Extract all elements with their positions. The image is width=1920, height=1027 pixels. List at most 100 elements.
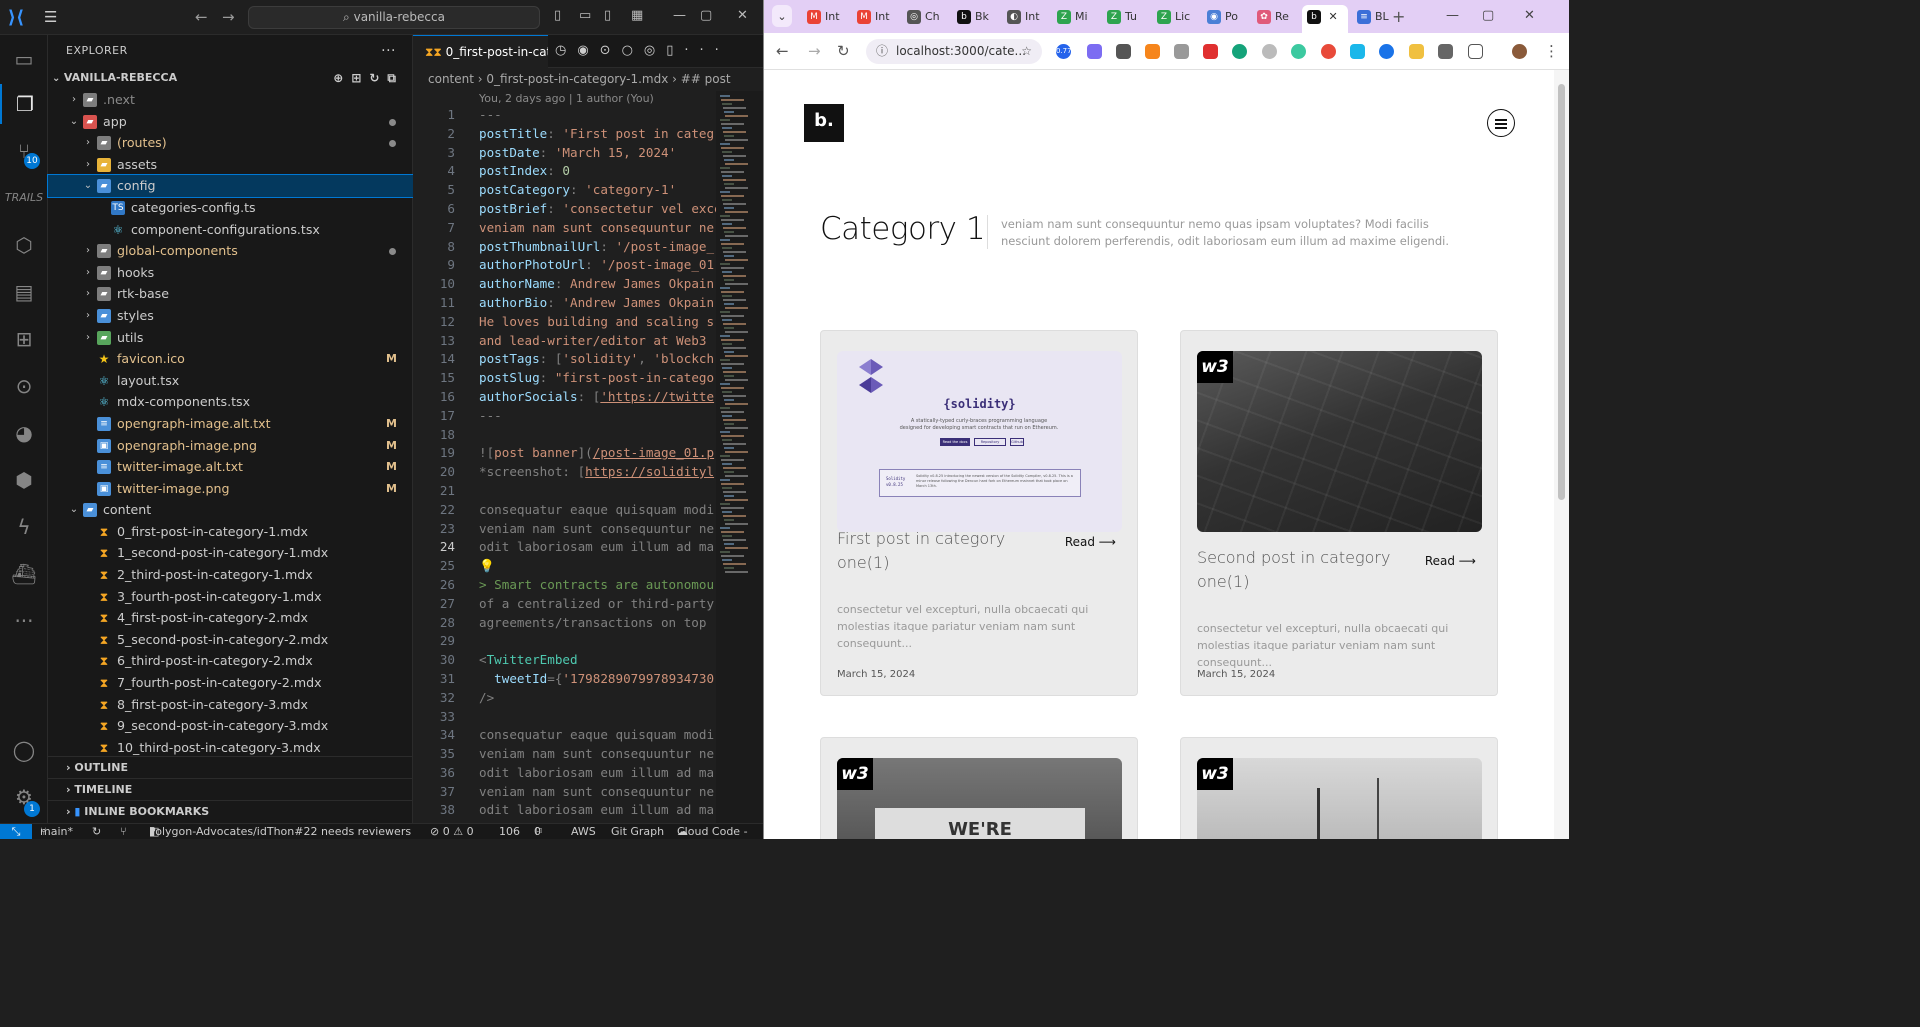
tab-close-icon[interactable]: ✕ [1325, 10, 1337, 23]
tree-item[interactable]: ⧗ 1_second-post-in-category-1.mdx [48, 542, 413, 564]
sync-icon[interactable]: ↻ [92, 824, 101, 839]
extension-icon[interactable] [1116, 44, 1131, 59]
vimeo-icon[interactable] [1350, 44, 1365, 59]
lightning-icon[interactable]: ϟ [0, 507, 48, 547]
tree-item[interactable]: ▣ opengraph-image.png M [48, 435, 413, 457]
tree-item[interactable]: ≡ opengraph-image.alt.txt M [48, 413, 413, 435]
tree-item[interactable]: ⌄ ▰ config [47, 174, 414, 198]
avatar[interactable] [1512, 44, 1527, 59]
scrollbar-thumb[interactable] [1558, 84, 1565, 500]
post-card[interactable]: w3 [1180, 737, 1498, 839]
outline-section[interactable]: › OUTLINE [48, 756, 413, 778]
git-graph-status[interactable]: Git Graph [611, 824, 664, 839]
account-icon[interactable]: ◯ [0, 730, 48, 770]
reload-icon[interactable]: ↻ [837, 42, 850, 60]
tree-item[interactable]: ⧗ 6_third-post-in-category-2.mdx [48, 650, 413, 672]
editor-tab-active[interactable]: ⧗⧗ 0_first-post-in-cat [413, 35, 548, 68]
browser-tab[interactable]: ◉ Po [1202, 5, 1252, 29]
project-header[interactable]: ⌄ VANILLA-REBECCA ⊕⊞↻⧉ [48, 67, 412, 89]
tree-item[interactable]: › ▰ .next [48, 89, 413, 111]
extension-icon[interactable] [1087, 44, 1102, 59]
extension-box-icon[interactable]: ⬡ [0, 225, 48, 265]
tree-item[interactable]: ⧗ 2_third-post-in-category-1.mdx [48, 564, 413, 586]
post-thumbnail-keyboard[interactable]: w3 [1197, 351, 1482, 532]
read-link[interactable]: Read ⟶ [1065, 535, 1116, 549]
explorer-icon[interactable]: ❐ [0, 84, 48, 124]
tree-item[interactable]: ⧗ 9_second-post-in-category-3.mdx [48, 715, 413, 737]
tree-item[interactable]: ⧗ 7_fourth-post-in-category-2.mdx [48, 672, 413, 694]
tree-item[interactable]: ⚛ component-configurations.tsx [48, 219, 413, 241]
document-icon[interactable]: ▤ [0, 272, 48, 312]
minimap[interactable] [716, 91, 763, 823]
tree-item[interactable]: ⧗ 5_second-post-in-category-2.mdx [48, 629, 413, 651]
read-link[interactable]: Read ⟶ [1425, 554, 1476, 568]
browser-tab[interactable]: Z Lic [1152, 5, 1202, 29]
browser-tab[interactable]: ✿ Re [1252, 5, 1302, 29]
remote-icon[interactable]: ◕ [0, 413, 48, 453]
tree-item[interactable]: ≡ twitter-image.alt.txt M [48, 456, 413, 478]
extension-icon[interactable] [1321, 44, 1336, 59]
tree-item[interactable]: ⧗ 0_first-post-in-category-1.mdx [48, 521, 413, 543]
extensions-puzzle-icon[interactable] [1468, 44, 1483, 59]
tree-item[interactable]: › ▰ utils [48, 327, 413, 349]
tree-item[interactable]: ⌄ ▰ app [48, 111, 413, 133]
count-status[interactable]: 106 [499, 824, 520, 839]
aws-status[interactable]: AWS [571, 824, 596, 839]
tree-item[interactable]: ⧗ 8_first-post-in-category-3.mdx [48, 694, 413, 716]
page-scrollbar[interactable] [1554, 70, 1569, 839]
post-thumbnail-studio[interactable]: w3 [1197, 758, 1482, 839]
minimize-icon[interactable]: — [1446, 8, 1459, 23]
code-editor[interactable]: 1 --- 2 postTitle: 'First post in categ 3 pos… [413, 106, 716, 820]
browser-tab[interactable]: Z Mi [1052, 5, 1102, 29]
package-icon[interactable]: ⬢ [0, 460, 48, 500]
browser-tab[interactable]: ◎ Ch [902, 5, 952, 29]
metamask-icon[interactable] [1145, 44, 1160, 59]
extension-icon[interactable] [1203, 44, 1218, 59]
tab-search-icon[interactable]: ⌄ [772, 5, 792, 27]
menu-icon[interactable]: ☰ [44, 9, 62, 25]
problems-status[interactable]: ⊘ 0 ⚠ 0 [430, 824, 474, 839]
maximize-icon[interactable]: ▢ [700, 8, 712, 23]
more-actions-icon[interactable]: ··· [381, 35, 396, 67]
inline-bookmarks-section[interactable]: › ▮ INLINE BOOKMARKS [48, 800, 413, 822]
remote-explorer-icon[interactable]: ▭ [0, 39, 48, 79]
customize-layout-icon[interactable]: ▦ [631, 8, 643, 23]
forward-arrow-icon[interactable]: → [222, 8, 235, 26]
toggle-sidebar-icon[interactable]: ▯ [554, 8, 561, 23]
tree-item[interactable]: ⧗ 3_fourth-post-in-category-1.mdx [48, 586, 413, 608]
post-card[interactable]: {solidity} A statically-typed curly-brac… [820, 330, 1138, 696]
trailhead-icon[interactable]: TRAILS [0, 178, 48, 218]
extension-icon[interactable] [1291, 44, 1306, 59]
minimize-icon[interactable]: — [673, 8, 686, 23]
tree-item[interactable]: ⧗ 4_first-post-in-category-2.mdx [48, 607, 413, 629]
browser-tab[interactable]: ≡ BL [1352, 5, 1402, 29]
post-title[interactable]: Second post in category one(1) [1197, 546, 1407, 594]
extension-icon[interactable] [1379, 44, 1394, 59]
extension-icon[interactable] [1174, 44, 1189, 59]
settings-gear-icon[interactable]: ⚙ 1 [0, 777, 48, 817]
more-icon[interactable]: ··· [0, 601, 48, 641]
timeline-section[interactable]: › TIMELINE [48, 778, 413, 800]
tree-item[interactable]: ⚛ mdx-components.tsx [48, 391, 413, 413]
post-card[interactable]: WE'RE w3 [820, 737, 1138, 839]
document-icon[interactable] [1438, 44, 1453, 59]
toggle-panel-icon[interactable]: ▭ [579, 8, 591, 23]
extension-icon[interactable] [1409, 44, 1424, 59]
post-thumbnail-solidity[interactable]: {solidity} A statically-typed curly-brac… [837, 351, 1122, 532]
maximize-icon[interactable]: ▢ [1482, 8, 1494, 23]
close-icon[interactable]: ✕ [737, 8, 748, 23]
tree-item[interactable]: › ▰ assets [48, 154, 413, 176]
more-menu-icon[interactable]: ⋮ [1544, 42, 1559, 60]
tree-item[interactable]: TS categories-config.ts [48, 197, 413, 219]
back-arrow-icon[interactable]: ← [776, 42, 789, 60]
extensions-icon[interactable]: ⊞ [0, 319, 48, 359]
tree-item[interactable]: ⌄ ▰ content [48, 499, 413, 521]
command-center-search[interactable]: ⌕ vanilla-rebecca [248, 6, 540, 29]
docker-icon[interactable]: ⛴ [0, 554, 48, 594]
remote-indicator-icon[interactable]: ⤡ [0, 824, 32, 839]
site-info-icon[interactable]: ⓘ [876, 39, 888, 64]
breadcrumb[interactable]: content › 0_first-post-in-category-1.mdx… [413, 68, 763, 90]
bookmark-star-icon[interactable]: ☆ [1021, 39, 1032, 64]
tree-item[interactable]: › ▰ (routes) [48, 132, 413, 154]
extension-metamask-badge-icon[interactable]: 0.77 [1056, 44, 1072, 59]
